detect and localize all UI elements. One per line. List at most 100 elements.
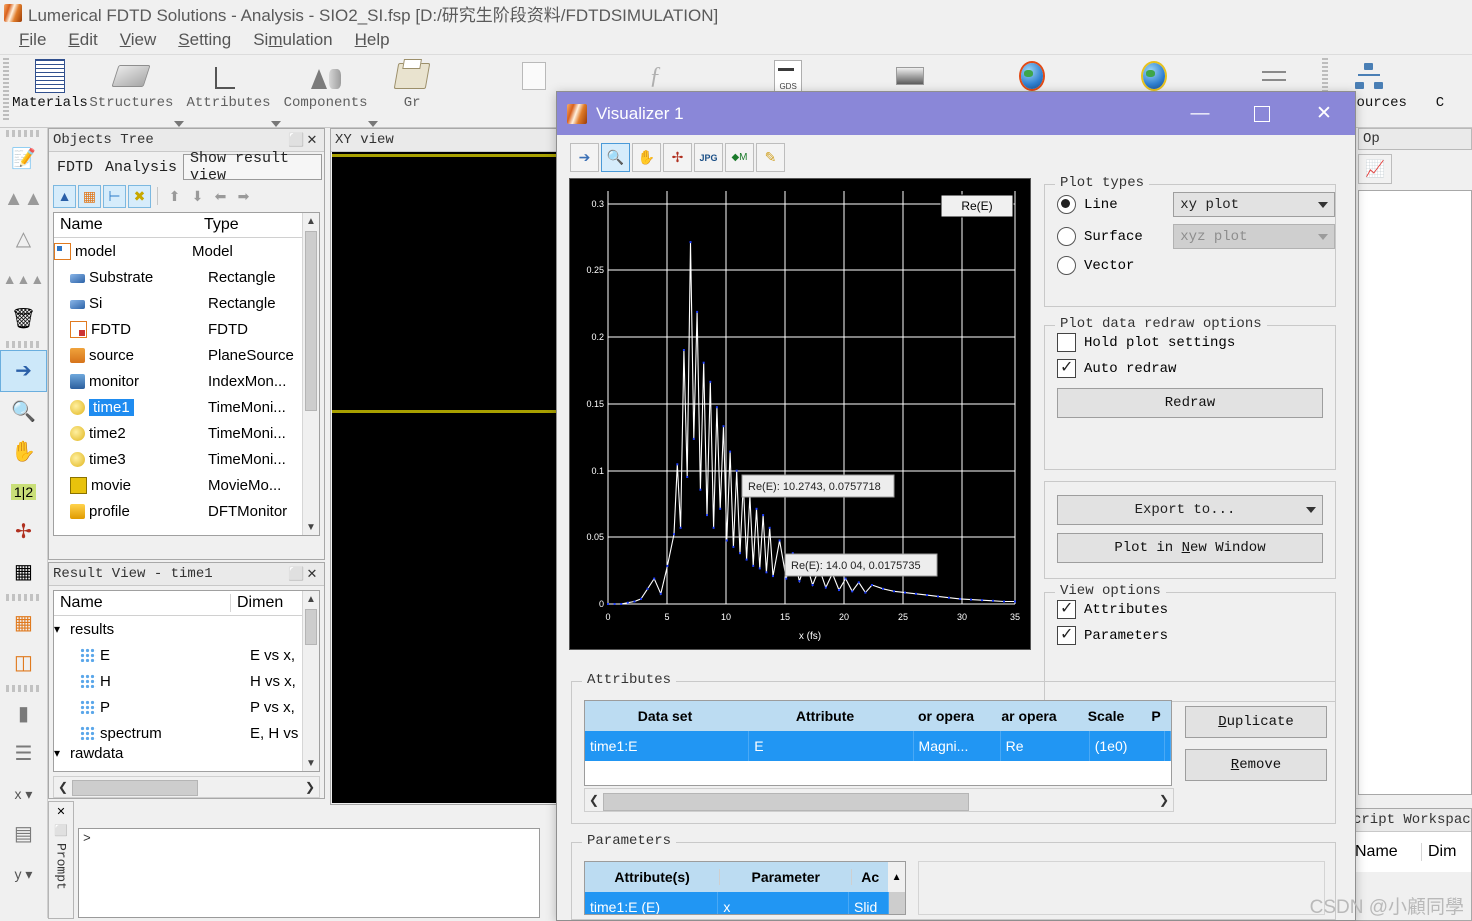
two-triangles-icon[interactable]: ▲▲	[0, 179, 47, 219]
result-view-hscrollbar[interactable]: ❮ ❯	[53, 776, 320, 798]
add-object-icon[interactable]: ▲	[53, 184, 76, 208]
scroll-right-icon[interactable]: ❯	[1155, 793, 1173, 807]
scroll-thumb[interactable]	[603, 793, 969, 811]
scroll-thumb[interactable]	[888, 892, 905, 914]
edit-layout-icon[interactable]: 📝	[0, 139, 47, 179]
restore-icon[interactable]: ⬜	[288, 567, 304, 582]
toolbar-globe-red[interactable]	[1000, 55, 1064, 95]
checkbox-auto-redraw[interactable]	[1057, 357, 1076, 378]
scroll-thumb[interactable]	[305, 231, 317, 411]
close-icon[interactable]: ✕	[1293, 92, 1355, 135]
plot-in-new-window-button[interactable]: Plot in New Window	[1057, 533, 1323, 563]
scroll-left-icon[interactable]: ❮	[585, 793, 603, 807]
attributes-hscrollbar[interactable]: ❮ ❯	[584, 788, 1174, 812]
scroll-up-icon[interactable]: ▲	[888, 862, 905, 892]
tab-analysis[interactable]: Analysis	[99, 154, 183, 180]
move-icon[interactable]: ✢	[0, 512, 47, 552]
parameters-table[interactable]: Attribute(s) Parameter Ac ▲ time1:E (E) …	[584, 861, 906, 915]
right-dock-list[interactable]	[1358, 190, 1472, 795]
list-item[interactable]: P P vs x,	[54, 694, 319, 720]
plot-type-line-row[interactable]: Line xy plot	[1057, 192, 1335, 217]
restore-icon[interactable]: ⬜	[54, 824, 68, 837]
scroll-left-icon[interactable]: ❮	[54, 780, 72, 794]
move-up-icon[interactable]: ⬆	[164, 186, 185, 207]
table-row[interactable]: time1:E (E) x Slid	[585, 892, 905, 914]
list-item[interactable]: ▾ rawdata	[54, 746, 319, 760]
pan-hand-icon[interactable]: ✋	[0, 432, 47, 472]
tab-fdtd[interactable]: FDTD	[51, 154, 99, 180]
table-row[interactable]: FDTD FDTD	[54, 316, 319, 342]
menu-item-setting[interactable]: Setting	[167, 28, 242, 52]
plot-type-vector-row[interactable]: Vector	[1057, 256, 1335, 275]
objects-tree-vscrollbar[interactable]: ▲ ▼	[302, 213, 319, 535]
toolbar-function[interactable]: ƒ	[630, 55, 694, 95]
view-two-icon[interactable]: ▤	[0, 814, 47, 854]
duplicate-button[interactable]: Duplicate	[1185, 706, 1327, 738]
measure-ruler-icon[interactable]: 1|2	[0, 472, 47, 512]
table-row[interactable]: time1:E E Magni... Re (1e0) P	[585, 731, 1171, 761]
result-view-vscrollbar[interactable]: ▲ ▼	[302, 591, 319, 771]
matlab-export-icon[interactable]: ◆M	[725, 143, 754, 172]
scroll-up-icon[interactable]: ▲	[303, 591, 319, 607]
chevron-down-icon[interactable]: ▾	[54, 622, 66, 636]
add-source-icon[interactable]: ✖	[128, 184, 151, 208]
table-row[interactable]: Substrate Rectangle	[54, 264, 319, 290]
toolbar-grip[interactable]	[3, 58, 10, 120]
x-axis-icon[interactable]: x ▾	[0, 774, 47, 814]
attributes-dropdown-icon[interactable]	[271, 121, 282, 127]
pan-hand-icon[interactable]: ✋	[632, 143, 661, 172]
toolbar-gds-export[interactable]: GDS	[756, 55, 820, 95]
toolbar-materials[interactable]: Materials	[11, 55, 89, 111]
maximize-icon[interactable]	[1231, 92, 1293, 135]
menu-item-help[interactable]: Help	[344, 28, 401, 52]
table-row[interactable]: Si Rectangle	[54, 290, 319, 316]
mesh-calc-icon[interactable]: ◫	[0, 643, 47, 683]
toolbar-structures[interactable]: Structures	[89, 55, 174, 111]
structures-dropdown-icon[interactable]	[173, 121, 184, 127]
view-split-icon[interactable]: ☰	[0, 734, 47, 774]
move-left-icon[interactable]: ⬅	[210, 186, 231, 207]
toolbar-gradient[interactable]	[878, 55, 942, 95]
add-mesh-icon[interactable]: ▦	[78, 184, 101, 208]
move-down-icon[interactable]: ⬇	[187, 186, 208, 207]
radio-surface[interactable]	[1057, 227, 1076, 246]
scroll-down-icon[interactable]: ▼	[303, 755, 319, 771]
triangle-outline-icon[interactable]: △	[0, 219, 47, 259]
scroll-up-icon[interactable]: ▲	[303, 213, 319, 229]
scroll-right-icon[interactable]: ❯	[301, 780, 319, 794]
toolbar-attributes[interactable]: Attributes	[186, 55, 271, 111]
y-axis-icon[interactable]: y ▾	[0, 854, 47, 894]
checkbox-parameters[interactable]	[1057, 624, 1076, 645]
add-monitor-icon[interactable]: ⊢	[103, 184, 126, 208]
attributes-table[interactable]: Data set Attribute or opera ar opera Sca…	[584, 700, 1172, 786]
prompt-input[interactable]: >	[78, 828, 540, 918]
view-parameters-row[interactable]: Parameters	[1057, 624, 1335, 645]
plot-canvas[interactable]: 0.3 0.25 0.2 0.15 0.1 0.05 0 0 5 10 15 2…	[569, 178, 1031, 650]
many-triangles-icon[interactable]: ▲▲▲	[0, 259, 47, 299]
toolbar-components[interactable]: Components	[283, 55, 368, 111]
plot-annotation-1[interactable]: Re(E): 10.2743, 0.0757718	[741, 474, 895, 498]
menu-item-edit[interactable]: Edit	[57, 28, 108, 52]
list-item[interactable]: ▾ results	[54, 616, 319, 642]
toolbar-swap[interactable]	[1244, 55, 1308, 95]
redraw-button[interactable]: Redraw	[1057, 388, 1323, 418]
scroll-thumb[interactable]	[305, 609, 317, 645]
table-row[interactable]: time1 TimeMoni...	[54, 394, 319, 420]
toolbar-globe-yellow[interactable]	[1122, 55, 1186, 95]
toolbar-check[interactable]: C	[1408, 55, 1472, 111]
pencil-edit-icon[interactable]: ✎	[756, 143, 785, 172]
menu-item-file[interactable]: FFileile	[8, 28, 57, 52]
list-item[interactable]: H H vs x,	[54, 668, 319, 694]
close-icon[interactable]: ✕	[304, 567, 320, 582]
visualizer-titlebar[interactable]: Visualizer 1 — ✕	[557, 92, 1355, 135]
checkbox-hold-plot-settings[interactable]	[1057, 333, 1076, 352]
chart-tool-icon[interactable]: 📈	[1358, 154, 1392, 184]
edit-grid-icon[interactable]: ▦	[0, 552, 47, 592]
table-row[interactable]: source PlaneSource	[54, 342, 319, 368]
radio-vector[interactable]	[1057, 256, 1076, 275]
auto-redraw-row[interactable]: Auto redraw	[1057, 357, 1335, 378]
hold-plot-settings-row[interactable]: Hold plot settings	[1057, 333, 1335, 352]
radio-line[interactable]	[1057, 195, 1076, 214]
view-single-icon[interactable]: ▮	[0, 694, 47, 734]
list-item[interactable]: spectrum E, H vs	[54, 720, 319, 746]
